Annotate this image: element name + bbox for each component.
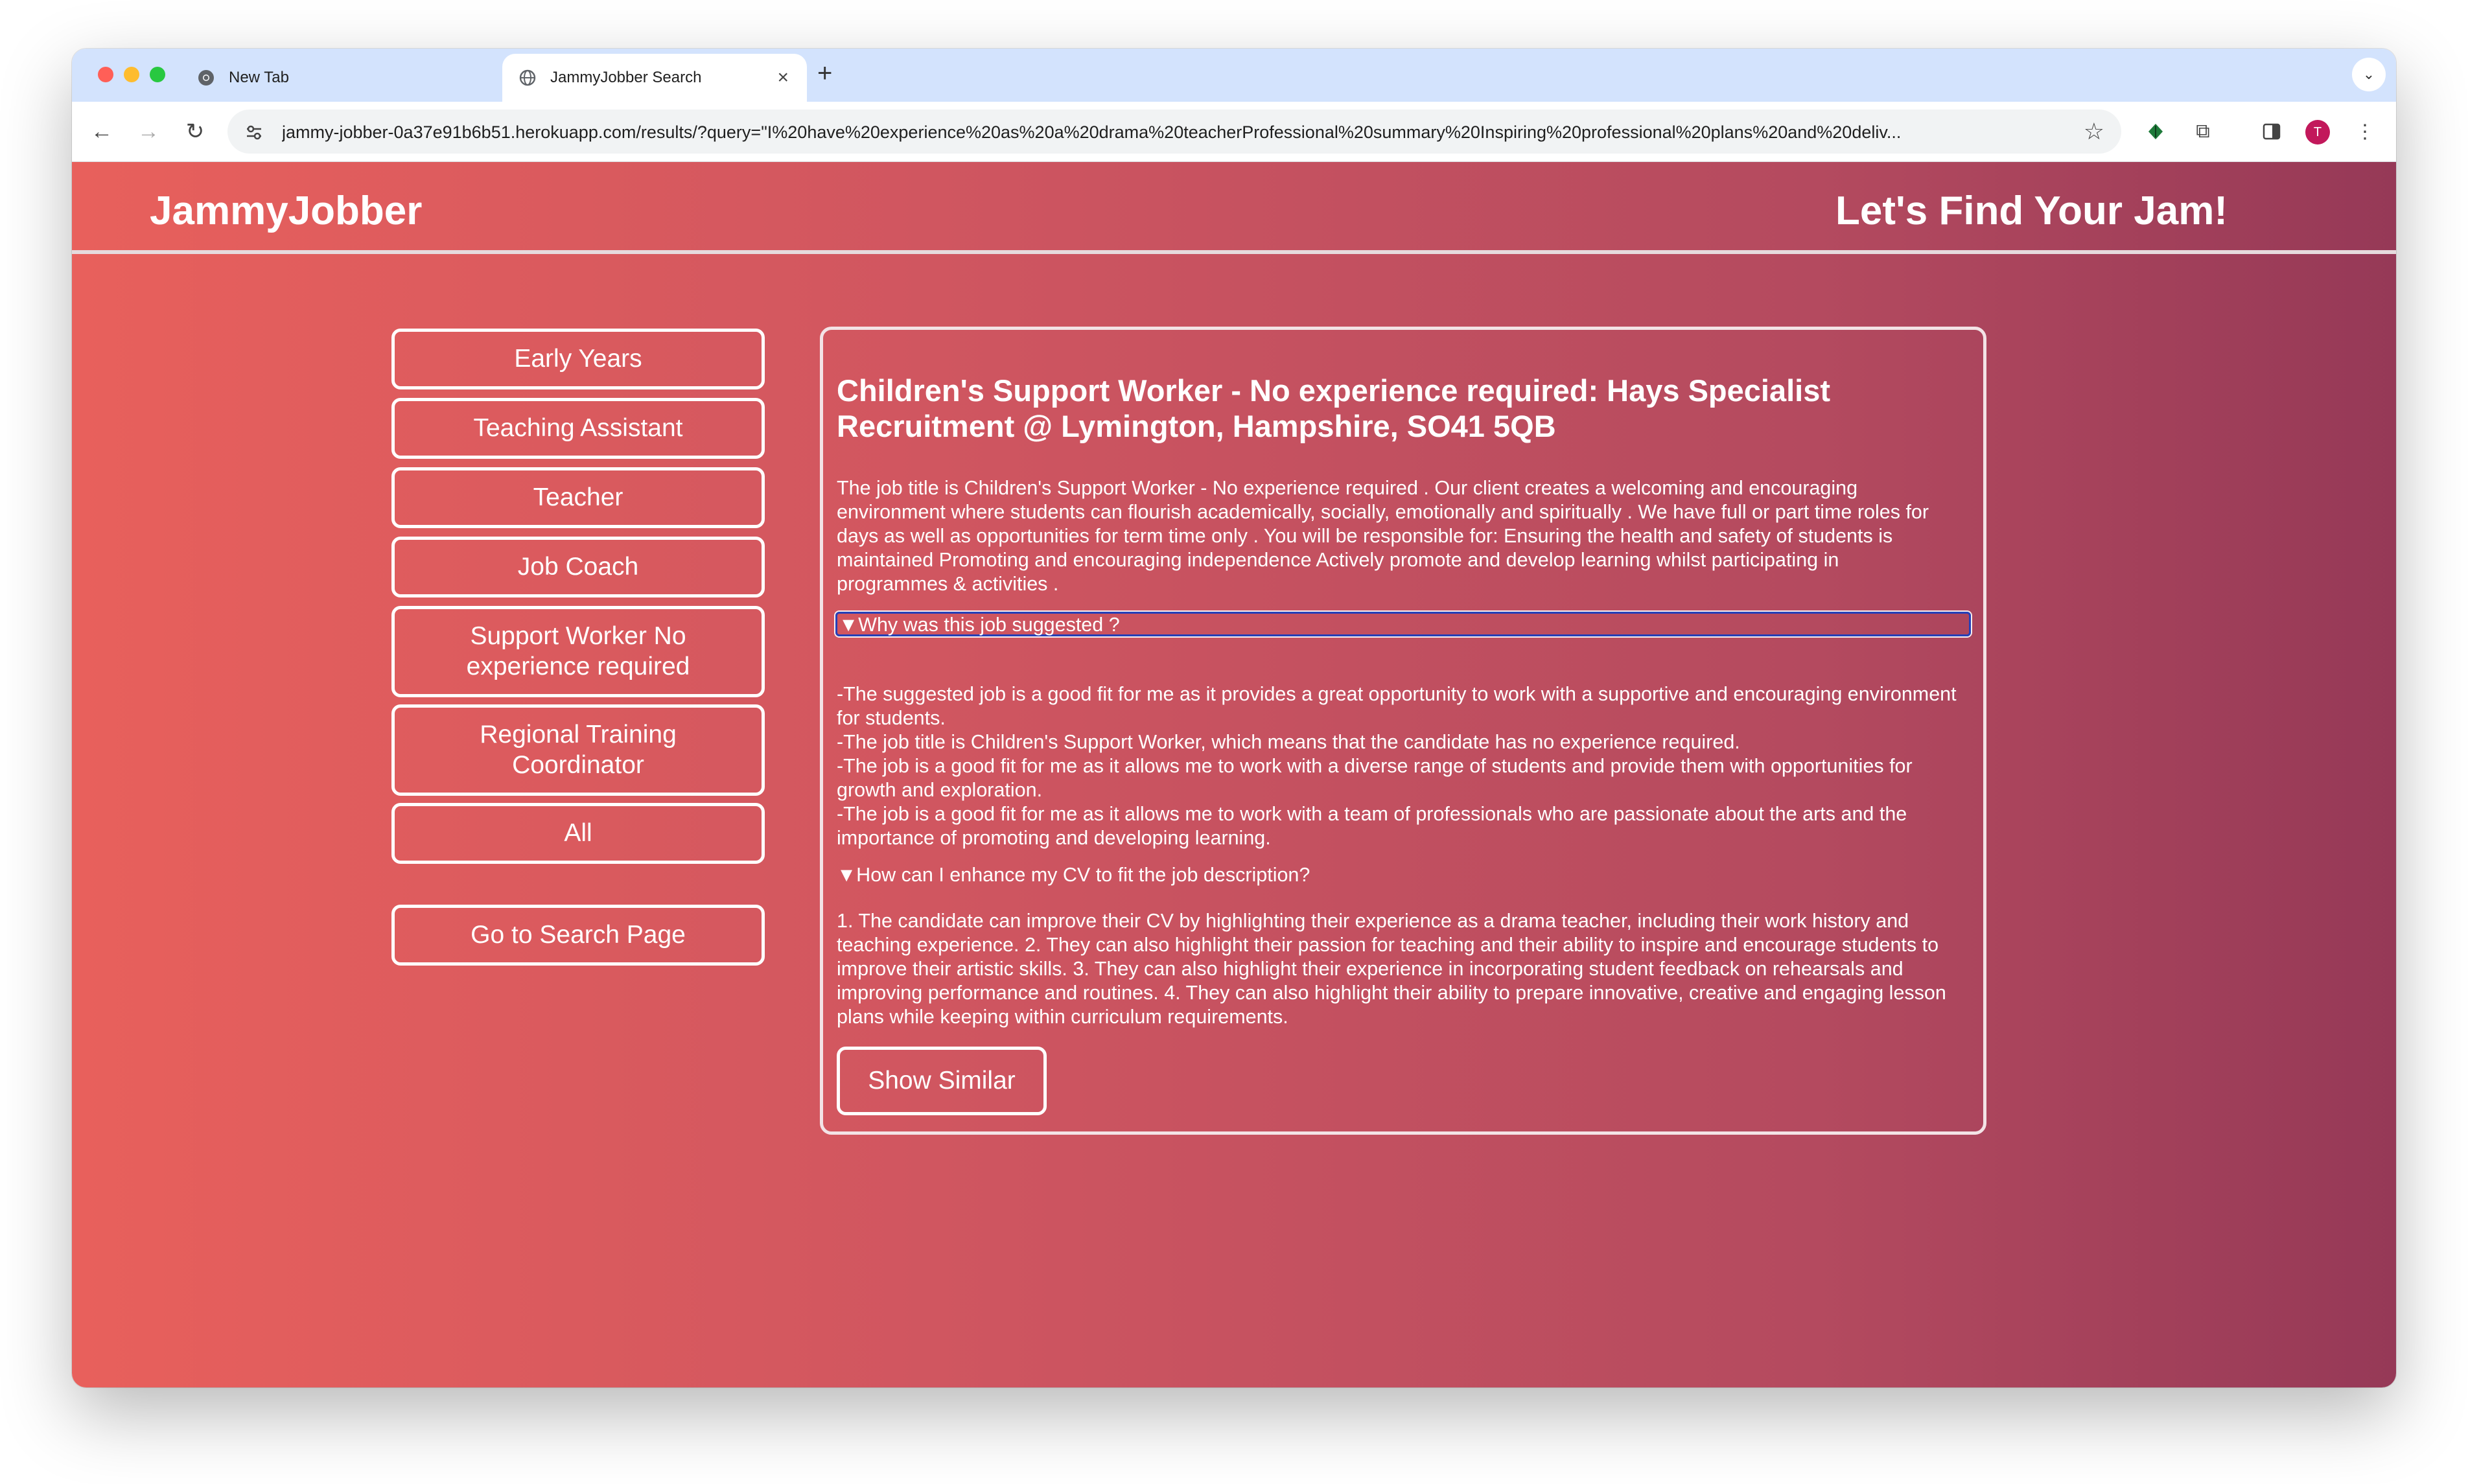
extensions-puzzle-icon[interactable]: ⧉ — [2190, 119, 2216, 145]
tab-jammyjobber[interactable]: JammyJobber Search × — [502, 54, 807, 102]
why-suggested-list: -The suggested job is a good fit for me … — [837, 682, 1964, 850]
bookmark-star-icon[interactable]: ☆ — [2084, 119, 2104, 145]
reason-item: -The job title is Children's Support Wor… — [837, 731, 1740, 753]
job-result-card: Children's Support Worker - No experienc… — [820, 327, 1986, 1135]
category-job-coach-button[interactable]: Job Coach — [391, 537, 765, 597]
category-regional-training-coordinator-button[interactable]: Regional Training Coordinator — [391, 704, 765, 796]
enhance-cv-toggle[interactable]: ▼How can I enhance my CV to fit the job … — [835, 864, 1971, 888]
forward-arrow-icon[interactable]: → — [134, 117, 163, 146]
back-arrow-icon[interactable]: ← — [87, 117, 116, 146]
more-menu-icon[interactable]: ⋮ — [2352, 119, 2378, 145]
category-teaching-assistant-button[interactable]: Teaching Assistant — [391, 398, 765, 459]
maximize-window-button[interactable] — [150, 67, 165, 82]
reason-item: -The suggested job is a good fit for me … — [837, 683, 1957, 729]
browser-window: New Tab × JammyJobber Search × + ⌄ ← → ↻… — [72, 49, 2396, 1387]
go-to-search-page-button[interactable]: Go to Search Page — [391, 905, 765, 966]
tab-strip: New Tab × JammyJobber Search × + ⌄ — [72, 49, 2396, 102]
tab-title: New Tab — [229, 69, 289, 86]
reason-item: -The job is a good fit for me as it allo… — [837, 755, 1913, 801]
category-teacher-button[interactable]: Teacher — [391, 467, 765, 528]
site-header: JammyJobber Let's Find Your Jam! — [72, 162, 2396, 254]
job-title: Children's Support Worker - No experienc… — [837, 373, 1831, 444]
reason-item: -The job is a good fit for me as it allo… — [837, 803, 1907, 849]
site-settings-icon[interactable] — [244, 122, 264, 142]
tab-title: JammyJobber Search — [550, 69, 702, 86]
category-early-years-button[interactable]: Early Years — [391, 329, 765, 389]
site-logo[interactable]: JammyJobber — [150, 188, 422, 234]
extension-leaf-icon[interactable] — [2143, 119, 2169, 145]
category-all-button[interactable]: All — [391, 803, 765, 864]
minimize-window-button[interactable] — [124, 67, 139, 82]
url-text[interactable]: jammy-jobber-0a37e91b6b51.herokuapp.com/… — [282, 122, 2032, 143]
category-support-worker-button[interactable]: Support Worker No experience required — [391, 606, 765, 697]
why-suggested-toggle[interactable]: ▼Why was this job suggested ? — [835, 612, 1971, 636]
tab-search-chevron-icon[interactable]: ⌄ — [2352, 58, 2386, 91]
page-content: JammyJobber Let's Find Your Jam! Early Y… — [72, 162, 2396, 1387]
new-tab-icon[interactable]: + — [817, 60, 832, 86]
close-window-button[interactable] — [98, 67, 113, 82]
side-panel-icon[interactable] — [2259, 119, 2285, 145]
job-description: The job title is Children's Support Work… — [837, 477, 1929, 595]
address-bar[interactable]: jammy-jobber-0a37e91b6b51.herokuapp.com/… — [227, 110, 2121, 154]
reload-icon[interactable]: ↻ — [181, 117, 209, 146]
chrome-icon — [198, 69, 215, 86]
close-tab-icon[interactable]: × — [777, 67, 789, 89]
browser-toolbar: ← → ↻ jammy-jobber-0a37e91b6b51.herokuap… — [72, 102, 2396, 162]
show-similar-button[interactable]: Show Similar — [837, 1047, 1047, 1115]
globe-icon — [519, 69, 536, 86]
cv-tips-text: 1. The candidate can improve their CV by… — [837, 910, 1946, 1028]
profile-avatar[interactable]: T — [2305, 120, 2330, 145]
site-tagline: Let's Find Your Jam! — [1835, 189, 2228, 233]
